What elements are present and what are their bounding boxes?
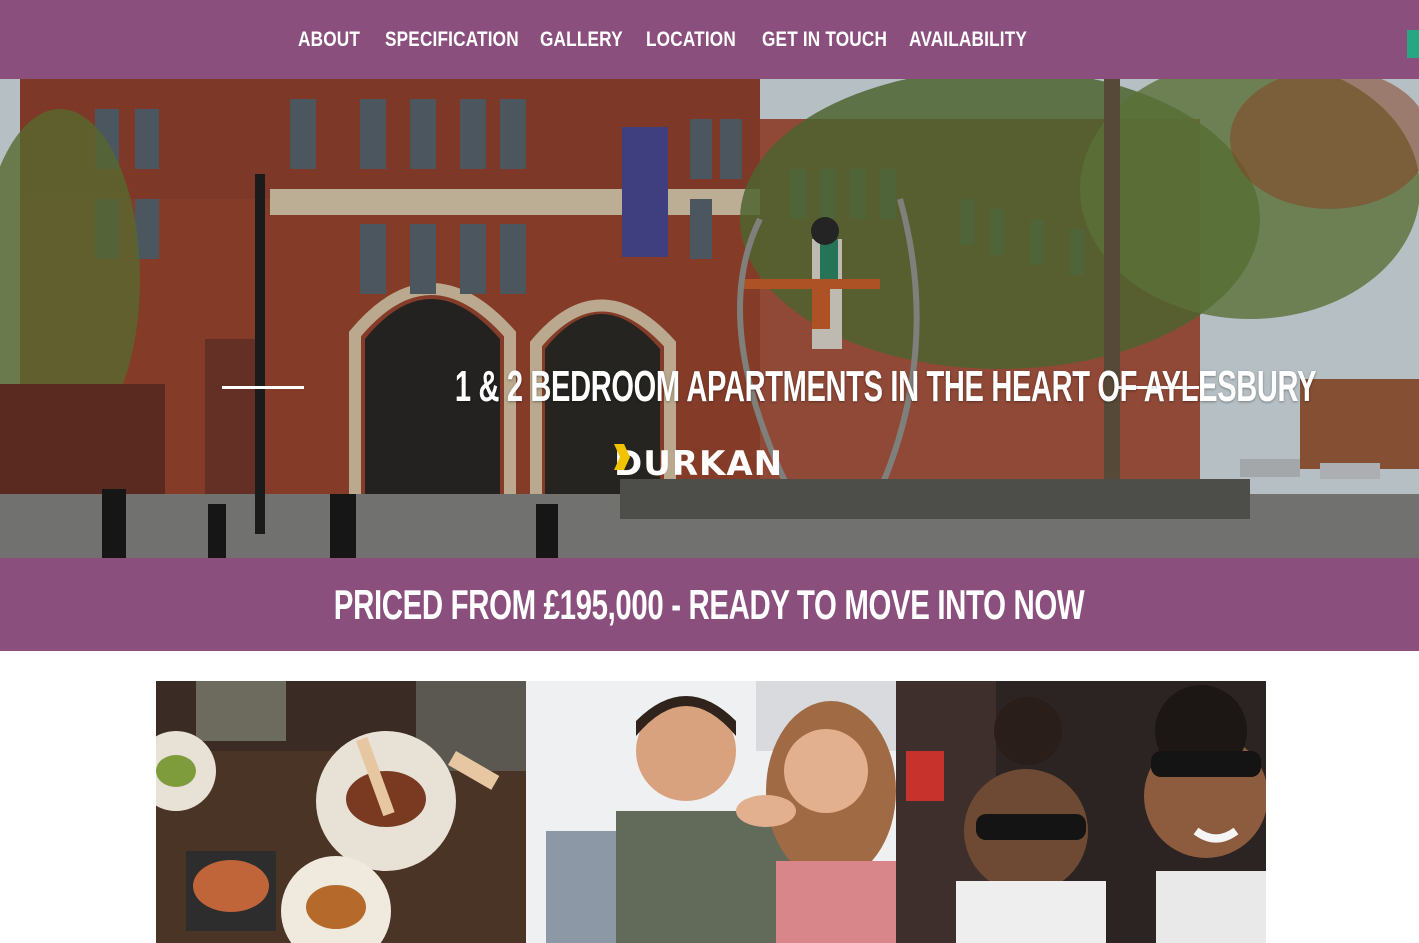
headline-rule-left	[222, 385, 304, 389]
tile-cinema	[896, 681, 1266, 943]
dining-photo	[156, 681, 526, 943]
tile-couple	[526, 681, 896, 943]
nav-item-gallery[interactable]: GALLERY	[540, 28, 623, 52]
hero-overlay	[0, 79, 1419, 558]
hero-banner: 1 & 2 BEDROOM APARTMENTS IN THE HEART OF…	[0, 79, 1419, 558]
nav-menu: ABOUT SPECIFICATION GALLERY LOCATION GET…	[298, 0, 1044, 79]
nav-item-availability[interactable]: AVAILABILITY	[909, 28, 1027, 52]
durkan-logo-mark-icon	[614, 444, 630, 470]
price-band: PRICED FROM £195,000 - READY TO MOVE INT…	[0, 558, 1419, 651]
nav-item-get-in-touch[interactable]: GET IN TOUCH	[762, 28, 887, 52]
nav-item-location[interactable]: LOCATION	[646, 28, 736, 52]
lifestyle-tiles	[156, 681, 1266, 943]
side-tab-button[interactable]	[1407, 30, 1419, 58]
tile-dining	[156, 681, 526, 943]
hero-headline: 1 & 2 BEDROOM APARTMENTS IN THE HEART OF…	[454, 362, 1316, 411]
price-headline: PRICED FROM £195,000 - READY TO MOVE INT…	[334, 580, 1085, 628]
nav-item-specification[interactable]: SPECIFICATION	[385, 28, 519, 52]
cinema-photo	[896, 681, 1266, 943]
top-nav: ABOUT SPECIFICATION GALLERY LOCATION GET…	[0, 0, 1419, 79]
nav-item-about[interactable]: ABOUT	[298, 28, 360, 52]
durkan-logo: DURKAN	[614, 444, 783, 484]
hero-headline-row: 1 & 2 BEDROOM APARTMENTS IN THE HEART OF…	[222, 362, 1316, 411]
brand-name: DURKAN	[614, 444, 784, 484]
couple-home-photo	[526, 681, 896, 943]
